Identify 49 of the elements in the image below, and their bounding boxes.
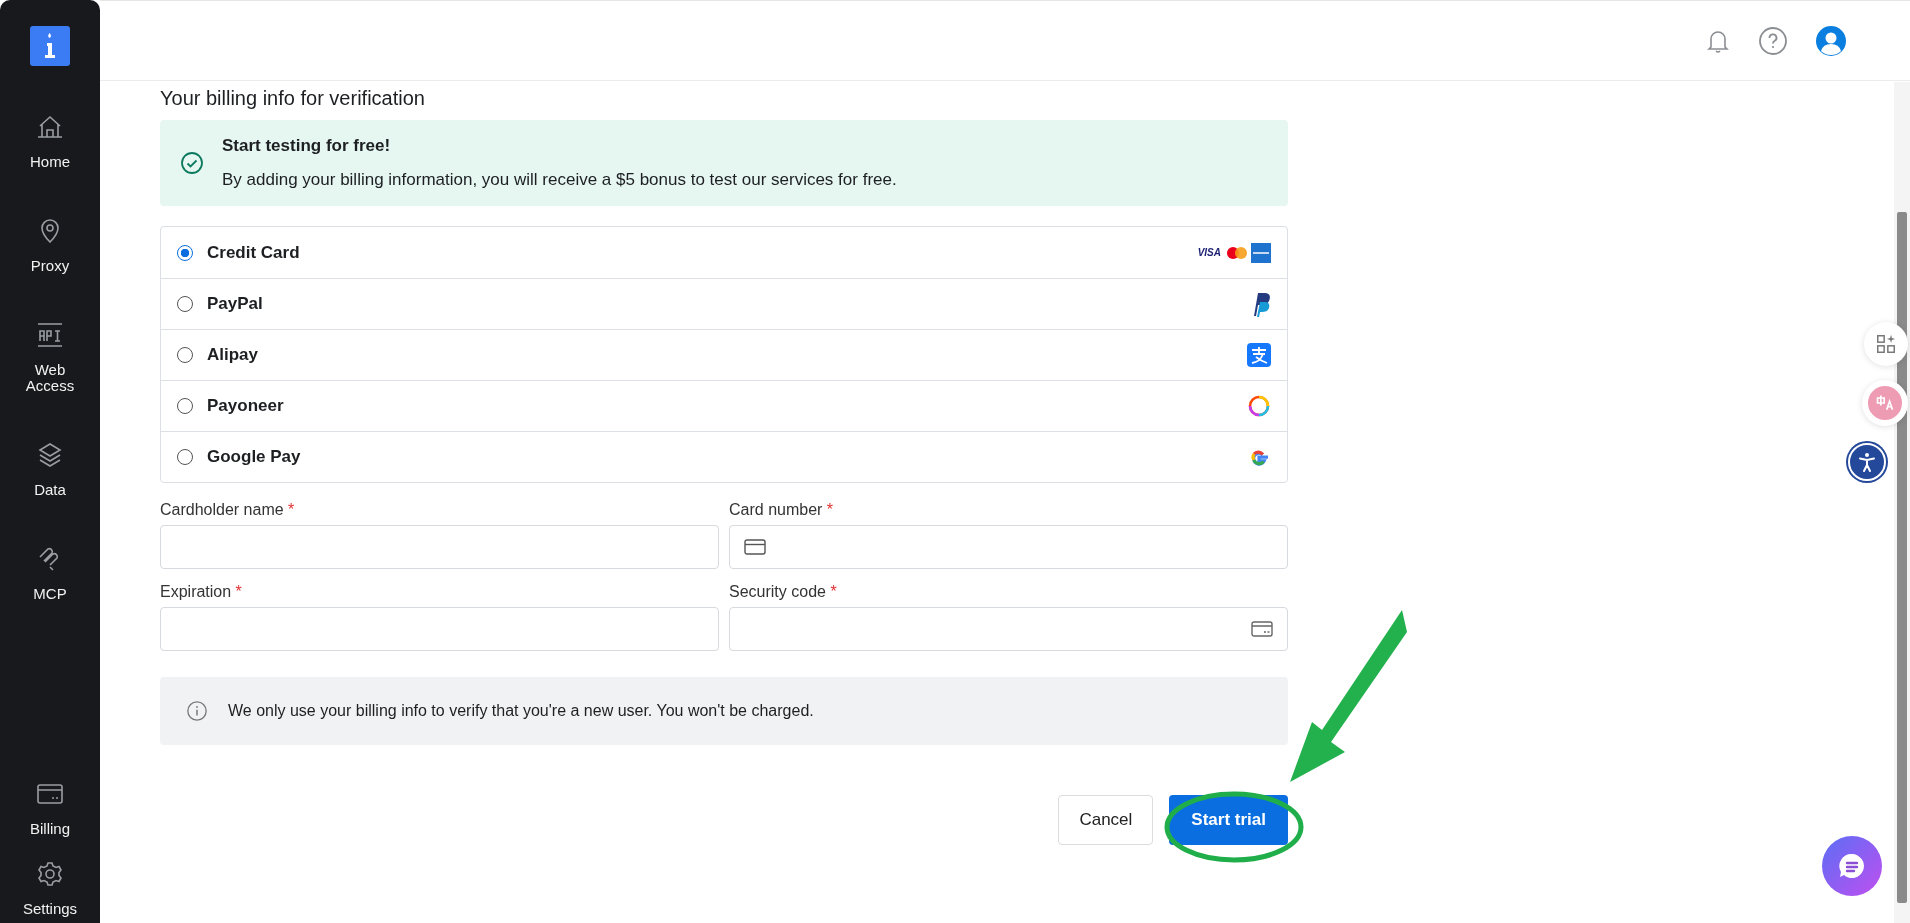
field-label: Card number * <box>729 501 835 519</box>
logo[interactable] <box>30 26 70 66</box>
chat-button[interactable] <box>1822 836 1882 896</box>
sidebar-item[interactable]: Home <box>5 112 95 170</box>
sidebar-item[interactable]: Proxy <box>5 216 95 274</box>
scrollbar[interactable] <box>1894 82 1910 923</box>
card-brands-icon <box>1227 240 1271 265</box>
input-field[interactable] <box>160 607 719 651</box>
payment-option[interactable]: Credit Card VISA <box>161 227 1287 278</box>
check-circle-icon <box>180 151 204 175</box>
input-field[interactable] <box>729 607 1288 651</box>
sidebar-item[interactable]: Data <box>5 440 95 498</box>
notice-text: We only use your billing info to verify that you're a new user. You won't be charged. <box>228 702 814 720</box>
ring-icon <box>1247 394 1271 418</box>
visa-logo: VISA <box>1197 247 1221 258</box>
layers-icon <box>36 441 64 469</box>
help-icon[interactable] <box>1758 25 1788 56</box>
card-icon <box>744 539 766 555</box>
input-field[interactable] <box>729 525 1288 569</box>
sidebar-item[interactable]: Billing <box>5 779 95 837</box>
apps-icon <box>1875 333 1897 355</box>
alipay-icon <box>1247 343 1271 367</box>
field-label: Expiration * <box>160 583 243 601</box>
payment-option[interactable]: PayPal <box>161 278 1287 329</box>
info-icon <box>186 700 208 722</box>
sidebar-item[interactable]: Settings <box>5 859 95 917</box>
translate-icon <box>1875 393 1895 413</box>
input-field[interactable] <box>160 525 719 569</box>
banner-title: Start testing for free! <box>222 136 392 156</box>
section-heading: Your billing info for verification <box>160 87 426 110</box>
banner-text: By adding your billing information, you will receive a $5 bonus to test our services for free. <box>222 170 897 190</box>
cancel-button[interactable]: Cancel <box>1058 795 1154 845</box>
chat-icon <box>1837 851 1867 881</box>
api-icon <box>35 321 65 349</box>
radio-button[interactable] <box>177 244 193 261</box>
payment-option[interactable]: Alipay <box>161 329 1287 380</box>
apps-button[interactable] <box>1864 322 1908 366</box>
home-icon <box>36 113 64 141</box>
card-icon <box>1251 621 1273 637</box>
field-label: Security code * <box>729 583 838 601</box>
sidebar-item[interactable]: MCP <box>5 544 95 602</box>
payment-option[interactable]: Google Pay <box>161 431 1287 482</box>
avatar-icon[interactable] <box>1816 25 1846 56</box>
field-label: Cardholder name * <box>160 501 296 519</box>
accessibility-button[interactable] <box>1848 443 1886 481</box>
settings-icon <box>36 860 64 888</box>
sidebar-item[interactable]: Web Access <box>5 320 95 394</box>
start-trial-button[interactable]: Start trial <box>1169 795 1288 845</box>
payment-option[interactable]: Payoneer <box>161 380 1287 431</box>
